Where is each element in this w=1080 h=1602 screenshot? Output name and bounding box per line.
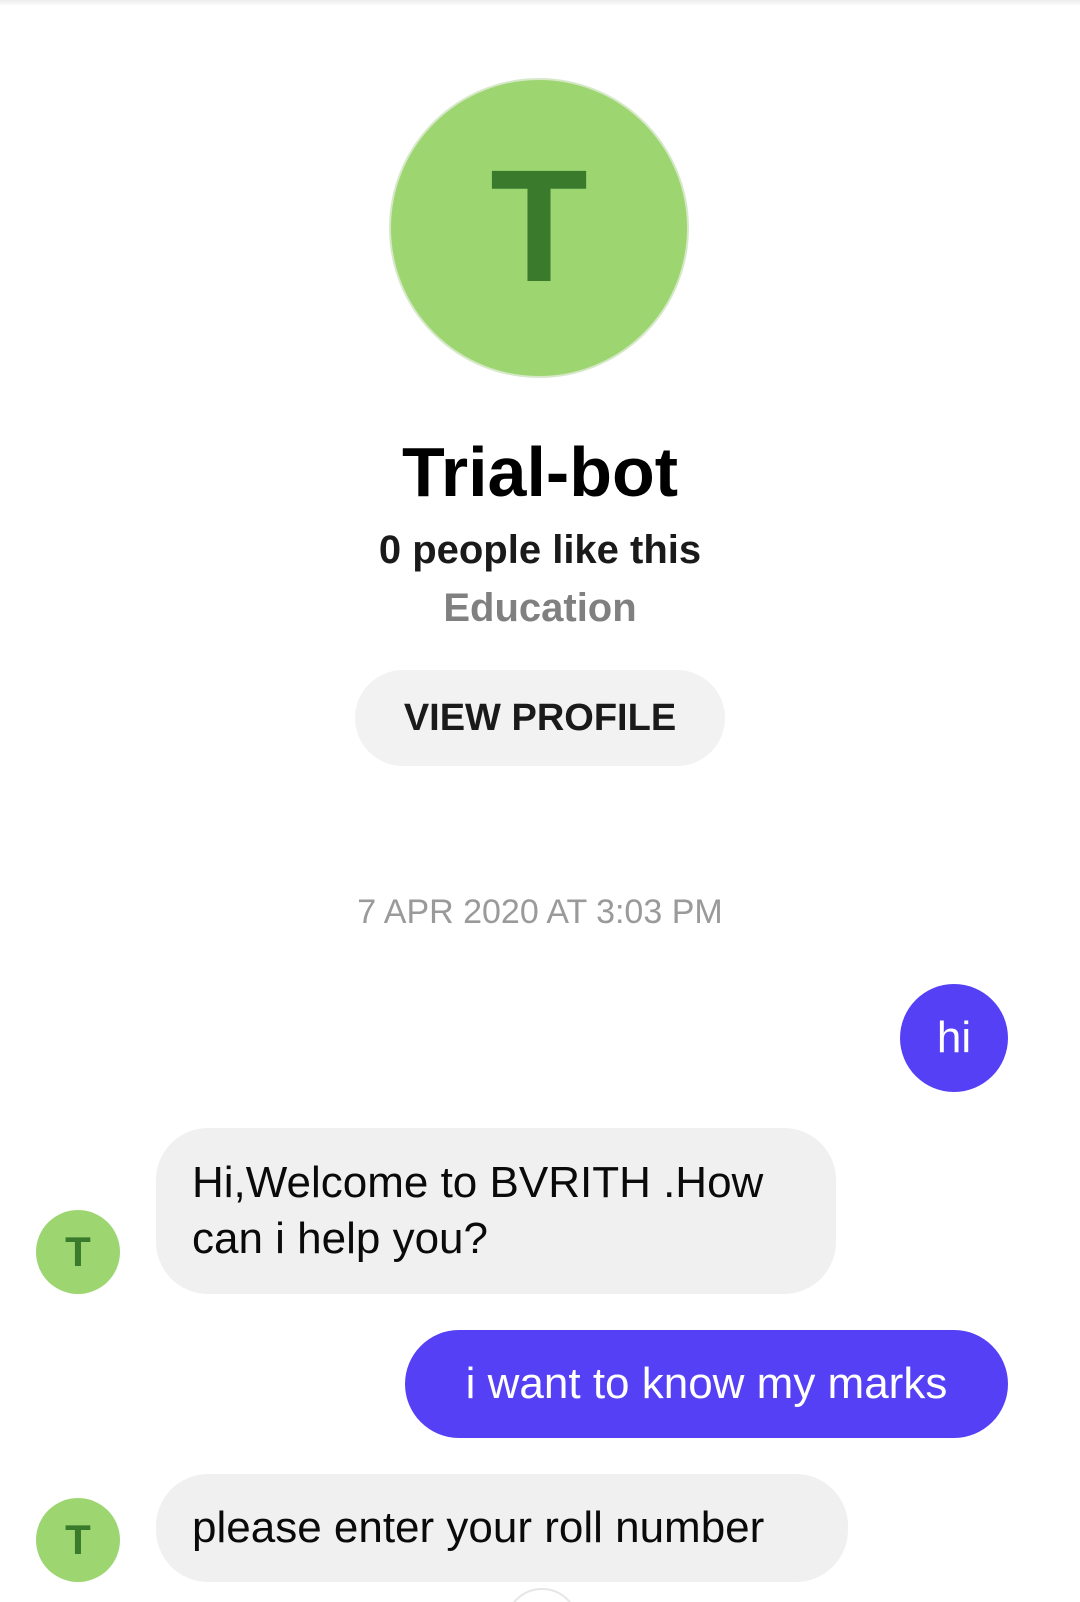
- chat-screen: T Trial-bot 0 people like this Education…: [0, 0, 1080, 1602]
- message-text: please enter your roll number: [192, 1502, 765, 1552]
- top-divider: [0, 0, 1080, 6]
- message-text: i want to know my marks: [465, 1359, 948, 1408]
- outgoing-message[interactable]: hi: [900, 984, 1008, 1092]
- message-timestamp: 7 APR 2020 AT 3:03 PM: [357, 893, 723, 931]
- page-title: Trial-bot: [401, 433, 679, 511]
- profile-avatar[interactable]: T: [389, 78, 689, 378]
- message-text: hi: [936, 1013, 972, 1062]
- incoming-message[interactable]: please enter your roll number: [156, 1474, 848, 1582]
- page-category: Education: [443, 586, 637, 630]
- profile-avatar-letter: T: [490, 136, 588, 315]
- likes-count: 0 people like this: [378, 528, 702, 572]
- bot-avatar-letter: T: [65, 1228, 91, 1275]
- outgoing-message[interactable]: i want to know my marks: [405, 1330, 1008, 1438]
- incoming-message[interactable]: Hi,Welcome to BVRITH .How can i help you…: [156, 1128, 836, 1294]
- bot-avatar[interactable]: T: [36, 1210, 120, 1294]
- view-profile-button[interactable]: VIEW PROFILE: [355, 670, 725, 766]
- bot-avatar[interactable]: T: [36, 1498, 120, 1582]
- bot-avatar-letter: T: [65, 1516, 91, 1563]
- scroll-indicator[interactable]: [505, 1588, 579, 1602]
- message-text: Hi,Welcome to BVRITH .How can i help you…: [192, 1157, 764, 1263]
